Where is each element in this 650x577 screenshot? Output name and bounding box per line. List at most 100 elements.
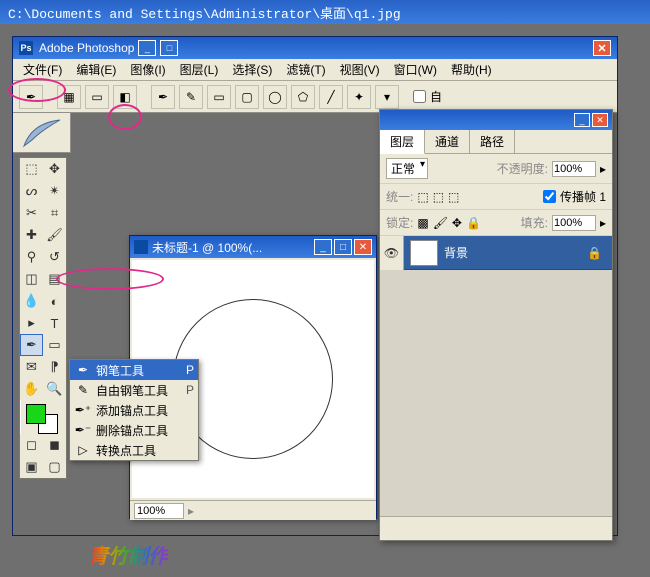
auto-checkbox[interactable] [413,90,426,103]
tool-preset-icon[interactable]: ✒ [19,85,43,109]
eyedropper-tool[interactable]: ⁋ [43,356,66,378]
pen-tool[interactable]: ✒ [20,334,43,356]
minimize-icon[interactable]: _ [138,40,156,56]
flyout-pen-tool[interactable]: ✒ 钢笔工具 P [70,360,198,380]
propagate-checkbox[interactable] [543,190,556,203]
unify-btn1-icon[interactable]: ⬚ [417,190,428,204]
marquee-tool[interactable]: ⬚ [20,158,43,180]
path-select-tool[interactable]: ▸ [20,312,43,334]
line-icon[interactable]: ╱ [319,85,343,109]
menu-edit[interactable]: 编辑(E) [70,59,122,80]
tab-layers[interactable]: 图层 [380,130,425,154]
lock-trans-icon[interactable]: ▩ [417,216,428,230]
blur-tool[interactable]: 💧 [20,290,43,312]
shape-options-icon[interactable]: ▾ [375,85,399,109]
tab-channels[interactable]: 通道 [425,130,470,153]
panel-minimize-icon[interactable]: _ [574,113,590,127]
notes-tool[interactable]: ✉ [20,356,43,378]
layer-lock-icon: 🔒 [587,246,602,260]
hand-tool[interactable]: ✋ [20,378,43,400]
lasso-tool[interactable]: ᔕ [20,180,43,202]
flyout-convert-point[interactable]: ▷ 转换点工具 [70,440,198,460]
quickmask-icon[interactable]: ◼ [43,434,66,456]
heal-tool[interactable]: ✚ [20,224,43,246]
polygon-icon[interactable]: ⬠ [291,85,315,109]
type-tool[interactable]: T [43,312,66,334]
pen-icon[interactable]: ✒ [151,85,175,109]
flyout-delete-anchor[interactable]: ✒⁻ 删除锚点工具 [70,420,198,440]
lock-move-icon[interactable]: ✥ [452,216,462,230]
lock-all-icon[interactable]: 🔒 [466,216,481,230]
menu-layer[interactable]: 图层(L) [174,59,225,80]
close-icon[interactable]: ✕ [593,40,611,56]
tab-paths[interactable]: 路径 [470,130,515,153]
freeform-pen-icon[interactable]: ✎ [179,85,203,109]
fill-pixels-icon[interactable]: ◧ [113,85,137,109]
ps-titlebar[interactable]: Ps Adobe Photoshop _ □ ✕ [13,37,617,59]
screen-mode-2[interactable]: ▢ [43,456,66,478]
outer-window-path: C:\Documents and Settings\Administrator\… [8,3,401,22]
screen-mode-1[interactable]: ▣ [20,456,43,478]
lock-label: 锁定: [386,214,413,231]
crop-tool[interactable]: ✂ [20,202,43,224]
move-tool[interactable]: ✥ [43,158,66,180]
layer-visibility-icon[interactable]: 👁 [380,236,404,270]
menu-select[interactable]: 选择(S) [226,59,278,80]
shape-tool[interactable]: ▭ [43,334,66,356]
maximize-icon[interactable]: □ [160,40,178,56]
document-titlebar[interactable]: 未标题-1 @ 100%(... _ □ ✕ [130,236,376,258]
panel-close-icon[interactable]: ✕ [592,113,608,127]
doc-minimize-icon[interactable]: _ [314,239,332,255]
eraser-tool[interactable]: ◫ [20,268,43,290]
blend-mode-select[interactable]: 正常 [386,158,428,179]
panel-footer [380,516,612,540]
color-swatches[interactable] [20,400,66,434]
status-arrow-icon[interactable]: ▸ [188,504,194,518]
doc-close-icon[interactable]: ✕ [354,239,372,255]
opacity-field[interactable] [552,161,596,177]
menu-filter[interactable]: 滤镜(T) [280,59,331,80]
layer-row[interactable]: 👁 背景 🔒 [380,236,612,270]
custom-shape-icon[interactable]: ✦ [347,85,371,109]
menu-image[interactable]: 图像(I) [124,59,171,80]
flyout-add-anchor[interactable]: ✒⁺ 添加锚点工具 [70,400,198,420]
gradient-tool[interactable]: ▤ [43,268,66,290]
foreground-color-swatch[interactable] [26,404,46,424]
menu-file[interactable]: 文件(F) [17,59,68,80]
delete-anchor-icon: ✒⁻ [74,423,92,437]
doc-icon [134,240,148,254]
menu-help[interactable]: 帮助(H) [445,59,498,80]
menu-view[interactable]: 视图(V) [334,59,386,80]
brush-tool[interactable]: 🖌 [43,224,66,246]
history-brush-tool[interactable]: ↺ [43,246,66,268]
ellipse-icon[interactable]: ◯ [263,85,287,109]
lock-paint-icon[interactable]: 🖌 [433,216,448,230]
shape-layers-icon[interactable]: ▦ [57,85,81,109]
ps-title: Adobe Photoshop [39,41,134,55]
flyout-freeform-pen[interactable]: ✎ 自由钢笔工具 P [70,380,198,400]
doc-maximize-icon[interactable]: □ [334,239,352,255]
unify-btn2-icon[interactable]: ⬚ [433,190,444,204]
unify-btn3-icon[interactable]: ⬚ [448,190,459,204]
main-gray-area: Ps Adobe Photoshop _ □ ✕ 文件(F) 编辑(E) 图像(… [0,24,650,577]
zoom-tool[interactable]: 🔍 [43,378,66,400]
document-title: 未标题-1 @ 100%(... [152,239,262,256]
opacity-arrow-icon[interactable]: ▸ [600,162,606,176]
slice-tool[interactable]: ⌗ [43,202,66,224]
zoom-field[interactable] [134,503,184,519]
document-statusbar: ▸ [130,500,376,520]
menu-window[interactable]: 窗口(W) [388,59,443,80]
layers-panel[interactable]: _ ✕ 图层 通道 路径 正常 不透明度: ▸ 统一: ⬚ [379,109,613,541]
dodge-tool[interactable]: ◐ [43,290,66,312]
layer-thumbnail[interactable] [410,240,438,266]
stamp-tool[interactable]: ⚲ [20,246,43,268]
paths-icon[interactable]: ▭ [85,85,109,109]
panel-titlebar[interactable]: _ ✕ [380,110,612,130]
rounded-rect-icon[interactable]: ▢ [235,85,259,109]
rectangle-icon[interactable]: ▭ [207,85,231,109]
standard-mode-icon[interactable]: ◻ [20,434,43,456]
workspace: ⬚✥ ᔕ✴ ✂⌗ ✚🖌 ⚲↺ ◫▤ 💧◐ ▸T ✒▭ ✉⁋ ✋🔍 ◻◼ ▣▢ [13,113,617,535]
fill-field[interactable] [552,215,596,231]
wand-tool[interactable]: ✴ [43,180,66,202]
fill-arrow-icon[interactable]: ▸ [600,216,606,230]
